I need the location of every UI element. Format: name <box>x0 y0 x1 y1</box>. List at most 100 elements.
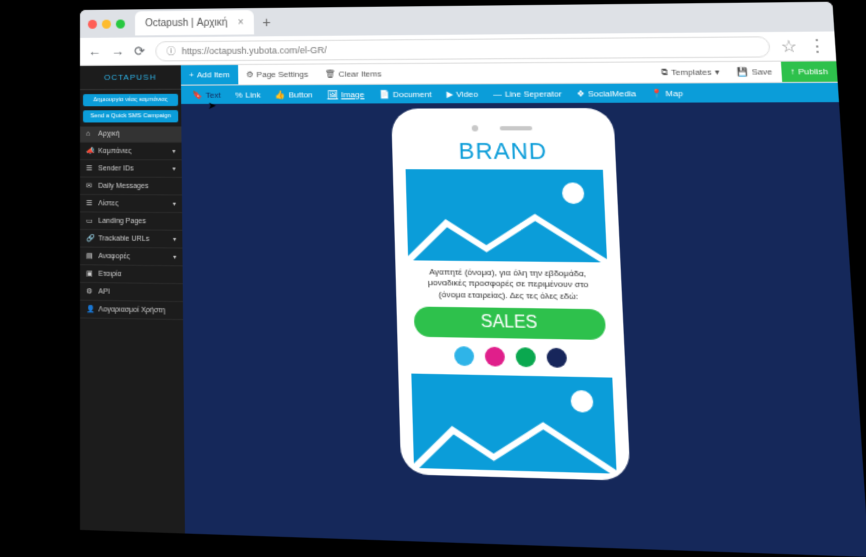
home-icon: ⌂ <box>86 131 94 138</box>
page-icon: ▭ <box>86 217 94 225</box>
browser-address-bar: ← → ⟳ ⓘ https://octapush.yubota.com/el-G… <box>80 31 836 66</box>
chevron-down-icon: ▾ <box>172 147 175 154</box>
sidebar-item-landing-pages[interactable]: ▭ Landing Pages <box>80 212 182 230</box>
tool-image[interactable]: 🖼Image <box>320 89 372 98</box>
tool-social-media[interactable]: ❖SocialMedia <box>569 88 644 98</box>
color-swatch[interactable] <box>515 347 536 367</box>
sidebar-item-api[interactable]: ⚙ API <box>80 283 183 302</box>
tool-button[interactable]: 👍Button <box>268 90 320 99</box>
tool-label: Line Seperator <box>505 89 562 99</box>
sidebar-item-sender-ids[interactable]: ☰ Sender IDs ▾ <box>80 160 182 178</box>
plus-icon: + <box>189 70 194 79</box>
tool-document[interactable]: 📄Document <box>372 89 439 99</box>
sidebar-item-lists[interactable]: ☰ Λίστες ▾ <box>80 195 182 213</box>
close-tab-icon[interactable]: × <box>238 17 244 28</box>
clear-items-button[interactable]: 🗑Clear Items <box>316 64 390 84</box>
color-swatch[interactable] <box>454 346 474 366</box>
pin-icon: 📍 <box>651 88 662 98</box>
tab-title: Octapush | Αρχική <box>145 17 228 29</box>
sidebar-item-label: Εταιρία <box>98 270 121 278</box>
chevron-down-icon: ▾ <box>715 67 720 77</box>
window-controls[interactable] <box>88 19 125 28</box>
forward-button[interactable]: → <box>111 44 124 59</box>
button-label: Page Settings <box>257 70 309 79</box>
mountain-icon <box>407 210 607 262</box>
chevron-down-icon: ▾ <box>173 235 176 242</box>
megaphone-icon: 📣 <box>86 147 94 155</box>
url-field[interactable]: ⓘ https://octapush.yubota.com/el-GR/ <box>155 36 770 61</box>
sidebar-item-daily-messages[interactable]: ✉ Daily Messages <box>80 178 182 196</box>
image-placeholder[interactable] <box>406 169 607 262</box>
new-tab-button[interactable]: + <box>262 14 271 30</box>
save-icon: 💾 <box>737 67 749 77</box>
document-icon: 📄 <box>379 89 390 98</box>
action-bar: +Add Item ⚙Page Settings 🗑Clear Items ⧉T… <box>181 61 838 85</box>
sidebar-item-home[interactable]: ⌂ Αρχική <box>80 126 181 142</box>
tool-map[interactable]: 📍Map <box>643 88 691 98</box>
tool-text[interactable]: 🔖Text ➤ <box>185 90 228 99</box>
camera-icon <box>472 125 479 131</box>
image-icon: 🖼 <box>327 90 338 99</box>
speaker-icon <box>500 126 533 130</box>
maximize-window-icon[interactable] <box>116 19 125 28</box>
url-text: https://octapush.yubota.com/el-GR/ <box>182 44 327 55</box>
tool-link[interactable]: %Link <box>228 90 268 99</box>
sidebar-item-campaigns[interactable]: 📣 Καμπάνιες ▾ <box>80 143 182 161</box>
id-icon: ☰ <box>86 164 94 172</box>
browser-window: Octapush | Αρχική × + ← → ⟳ ⓘ https://oc… <box>80 2 866 557</box>
brand-heading[interactable]: BRAND <box>405 138 603 166</box>
tool-line-separator[interactable]: —Line Seperator <box>485 89 569 99</box>
browser-menu-icon[interactable]: ⋮ <box>807 35 826 56</box>
sales-cta-button[interactable]: SALES <box>414 307 606 340</box>
new-campaign-button[interactable]: Δημιουργία νέας καμπάνιας <box>83 94 178 106</box>
reload-button[interactable]: ⟳ <box>134 43 145 59</box>
image-placeholder[interactable] <box>411 374 616 474</box>
sidebar-item-label: Αναφορές <box>98 252 130 260</box>
button-label: Save <box>752 67 773 77</box>
page-settings-button[interactable]: ⚙Page Settings <box>238 65 317 85</box>
gear-icon: ⚙ <box>246 70 254 79</box>
button-label: Publish <box>798 67 828 77</box>
color-swatch[interactable] <box>546 348 567 368</box>
editor-main: +Add Item ⚙Page Settings 🗑Clear Items ⧉T… <box>181 61 866 557</box>
sun-icon <box>562 182 585 204</box>
color-swatches <box>411 346 612 369</box>
sidebar-item-user-accounts[interactable]: 👤 Λογαριασμοί Χρήστη <box>80 301 183 320</box>
quick-sms-button[interactable]: Send a Quick SMS Campaign <box>83 110 178 122</box>
sidebar-item-reports[interactable]: ▤ Αναφορές ▾ <box>80 248 183 267</box>
save-button[interactable]: 💾Save <box>728 62 782 83</box>
add-item-button[interactable]: +Add Item <box>181 65 238 85</box>
play-icon: ▶ <box>446 89 453 98</box>
bookmark-icon[interactable]: ☆ <box>780 36 797 57</box>
cursor-icon: ➤ <box>208 100 217 111</box>
publish-button[interactable]: ↑Publish <box>781 61 838 82</box>
chart-icon: ▤ <box>86 252 94 260</box>
browser-tab[interactable]: Octapush | Αρχική × <box>135 10 254 35</box>
design-canvas[interactable]: BRAND Αγαπητέ (όνομα), για όλη την εβδομ… <box>181 102 866 557</box>
sun-icon <box>570 390 593 413</box>
app-logo: OCTAPUSH <box>80 65 181 90</box>
link-icon: % <box>235 90 242 99</box>
thumb-icon: 👍 <box>275 90 286 99</box>
tool-label: SocialMedia <box>588 88 636 98</box>
back-button[interactable]: ← <box>88 44 101 59</box>
templates-button[interactable]: ⧉Templates▾ <box>652 62 729 83</box>
button-label: Add Item <box>197 70 230 79</box>
app-root: OCTAPUSH Δημιουργία νέας καμπάνιας Send … <box>80 61 866 557</box>
sidebar-item-company[interactable]: ▣ Εταιρία <box>80 265 183 284</box>
tool-label: Image <box>341 89 365 98</box>
body-text[interactable]: Αγαπητέ (όνομα), για όλη την εβδομάδα, μ… <box>408 267 609 303</box>
close-window-icon[interactable] <box>88 19 97 28</box>
logo-text: OCTAPUSH <box>104 73 156 82</box>
copy-icon: ⧉ <box>661 67 668 78</box>
sidebar-item-trackable-urls[interactable]: 🔗 Trackable URLs ▾ <box>80 230 182 249</box>
insert-toolbar: 🔖Text ➤ %Link 👍Button 🖼Image 📄Document ▶… <box>181 83 839 104</box>
minimize-window-icon[interactable] <box>102 19 111 28</box>
color-swatch[interactable] <box>485 347 505 367</box>
building-icon: ▣ <box>86 269 94 277</box>
envelope-icon: ✉ <box>86 182 94 190</box>
gear-icon: ⚙ <box>86 287 94 295</box>
phone-screen: BRAND Αγαπητέ (όνομα), για όλη την εβδομ… <box>405 138 617 474</box>
sidebar-item-label: Daily Messages <box>98 182 148 189</box>
tool-video[interactable]: ▶Video <box>439 89 486 99</box>
